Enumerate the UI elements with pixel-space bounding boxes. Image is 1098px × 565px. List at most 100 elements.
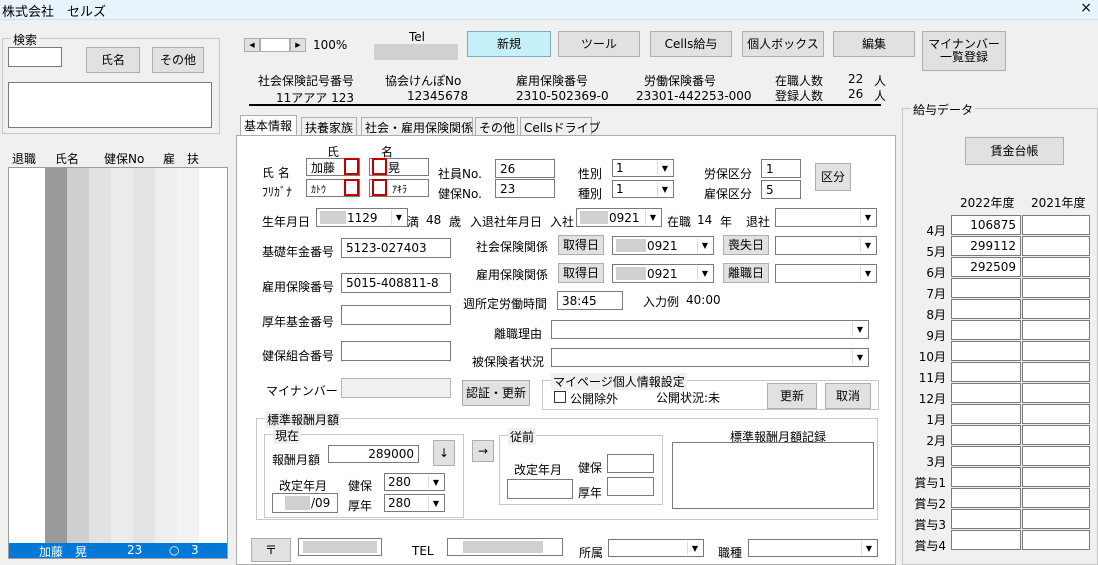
salary-2021-cell[interactable] bbox=[1022, 341, 1090, 361]
salary-2021-cell[interactable] bbox=[1022, 236, 1090, 256]
shubetsu-select[interactable]: 1 ▼ bbox=[612, 180, 674, 198]
koyo-no-input[interactable]: 5015-408811-8 bbox=[341, 273, 451, 293]
kubun-button[interactable]: 区分 bbox=[815, 163, 851, 191]
salary-2022-cell[interactable] bbox=[951, 341, 1021, 361]
kenpo-kumiai-input[interactable] bbox=[341, 341, 451, 361]
salary-2022-cell[interactable] bbox=[951, 509, 1021, 529]
salary-2021-cell[interactable] bbox=[1022, 488, 1090, 508]
koyo-rishoku-select[interactable]: ▼ bbox=[775, 264, 877, 283]
shokushu-label: 職種 bbox=[718, 546, 743, 560]
seibetsu-select[interactable]: 1 ▼ bbox=[612, 159, 674, 177]
salary-2022-cell[interactable] bbox=[951, 299, 1021, 319]
shakai-shutoku-button[interactable]: 取得日 bbox=[558, 235, 604, 255]
ninsho-button[interactable]: 認証・更新 bbox=[462, 380, 530, 406]
salary-2022-cell[interactable] bbox=[951, 362, 1021, 382]
salary-2022-cell[interactable]: 106875 bbox=[951, 215, 1021, 235]
salary-2021-cell[interactable] bbox=[1022, 446, 1090, 466]
zoom-track[interactable] bbox=[260, 38, 290, 52]
salary-2022-cell[interactable] bbox=[951, 404, 1021, 424]
employee-list[interactable]: 加藤 晃 23 ○ 3 bbox=[8, 167, 228, 559]
kokai-jogai-checkbox[interactable] bbox=[554, 391, 566, 403]
search-other-button[interactable]: その他 bbox=[152, 47, 204, 73]
postal-button[interactable]: 〒 bbox=[251, 538, 291, 562]
shozoku-select[interactable]: ▼ bbox=[608, 539, 704, 557]
juzen-kenpo-input[interactable] bbox=[607, 454, 654, 473]
close-icon[interactable]: × bbox=[1080, 0, 1092, 16]
rishoku-riyu-select[interactable]: ▼ bbox=[551, 320, 869, 339]
salary-2021-cell[interactable] bbox=[1022, 215, 1090, 235]
salary-2021-cell[interactable] bbox=[1022, 278, 1090, 298]
salary-2022-cell[interactable] bbox=[951, 383, 1021, 403]
salary-2021-cell[interactable] bbox=[1022, 530, 1090, 550]
salary-2021-cell[interactable] bbox=[1022, 299, 1090, 319]
nyusha-value: 0921 bbox=[609, 210, 640, 225]
hihoken-select[interactable]: ▼ bbox=[551, 348, 869, 367]
tool-button[interactable]: ツール bbox=[558, 31, 640, 57]
genzai-kenpo-select[interactable]: 280 ▼ bbox=[384, 473, 445, 491]
juzen-kaitei-input[interactable] bbox=[507, 479, 573, 499]
salary-2022-cell[interactable] bbox=[951, 488, 1021, 508]
salary-2021-cell[interactable] bbox=[1022, 257, 1090, 277]
search-input[interactable] bbox=[8, 47, 62, 67]
tab-insurance[interactable]: 社会・雇用保険関係 bbox=[361, 117, 473, 135]
search-name-button[interactable]: 氏名 bbox=[86, 47, 140, 73]
salary-2021-cell[interactable] bbox=[1022, 425, 1090, 445]
tab-cells-drive[interactable]: Cellsドライブ bbox=[520, 117, 601, 135]
kiroku-box[interactable] bbox=[672, 442, 874, 509]
koshin-button[interactable]: 更新 bbox=[767, 383, 817, 409]
genzai-kosei-select[interactable]: 280 ▼ bbox=[384, 494, 445, 512]
salary-2021-cell[interactable] bbox=[1022, 320, 1090, 340]
koyo-label: 雇用保険番号 bbox=[516, 74, 589, 88]
kosei-input[interactable] bbox=[341, 305, 451, 325]
koyo-kubun-input[interactable]: 5 bbox=[761, 180, 801, 199]
shain-input[interactable]: 26 bbox=[495, 159, 555, 178]
personal-box-button[interactable]: 個人ボックス bbox=[742, 31, 824, 57]
ledger-button[interactable]: 賃金台帳 bbox=[965, 137, 1064, 165]
salary-2022-cell[interactable]: 299112 bbox=[951, 236, 1021, 256]
tab-other[interactable]: その他 bbox=[475, 117, 518, 135]
salary-2021-cell[interactable] bbox=[1022, 467, 1090, 487]
scroll-right-icon[interactable]: ▶ bbox=[290, 38, 306, 52]
shokushu-select[interactable]: ▼ bbox=[748, 539, 878, 557]
salary-2021-cell[interactable] bbox=[1022, 383, 1090, 403]
list-item-selected[interactable]: 加藤 晃 23 ○ 3 bbox=[9, 543, 227, 558]
shakai-soshitsu-button[interactable]: 喪失日 bbox=[723, 235, 769, 255]
salary-2022-cell[interactable] bbox=[951, 320, 1021, 340]
scroll-left-icon[interactable]: ◀ bbox=[244, 38, 260, 52]
shutei-input[interactable]: 38:45 bbox=[557, 291, 623, 310]
edit-button[interactable]: 編集 bbox=[833, 31, 915, 57]
koyo-shutoku-button[interactable]: 取得日 bbox=[558, 263, 604, 283]
salary-2021-cell[interactable] bbox=[1022, 404, 1090, 424]
age-value: 48 bbox=[426, 213, 442, 227]
kiso-input[interactable]: 5123-027403 bbox=[341, 238, 451, 258]
taisha-select[interactable]: ▼ bbox=[775, 208, 877, 227]
salary-2021-cell[interactable] bbox=[1022, 362, 1090, 382]
salary-2022-cell[interactable] bbox=[951, 425, 1021, 445]
salary-2022-cell[interactable] bbox=[951, 467, 1021, 487]
rouho-input[interactable]: 1 bbox=[761, 159, 801, 178]
salary-2022-cell[interactable]: 292509 bbox=[951, 257, 1021, 277]
mynumber-input[interactable] bbox=[341, 378, 451, 398]
kenpo-input[interactable]: 23 bbox=[495, 179, 555, 198]
salary-2022-cell[interactable] bbox=[951, 446, 1021, 466]
new-button[interactable]: 新規 bbox=[467, 31, 551, 57]
kokai-jogai-label: 公開除外 bbox=[570, 392, 619, 406]
koyo-rishoku-button[interactable]: 離職日 bbox=[723, 263, 769, 283]
koyo-no-label: 雇用保険番号 bbox=[262, 280, 335, 294]
hoshu-input[interactable]: 289000 bbox=[328, 445, 419, 463]
highlight-box bbox=[372, 158, 387, 175]
arrow-down-icon[interactable]: ↓ bbox=[433, 440, 455, 466]
search-result-box[interactable] bbox=[8, 82, 212, 128]
salary-2022-cell[interactable] bbox=[951, 278, 1021, 298]
torikeshi-button[interactable]: 取消 bbox=[825, 383, 871, 409]
tab-dependents[interactable]: 扶養家族 bbox=[301, 117, 357, 135]
salary-2022-cell[interactable] bbox=[951, 530, 1021, 550]
cells-pay-button[interactable]: Cells給与 bbox=[650, 31, 732, 57]
tab-basic-info[interactable]: 基本情報 bbox=[240, 115, 297, 136]
chevron-down-icon: ▼ bbox=[860, 210, 875, 225]
my-number-list-button[interactable]: マイナンバー 一覧登録 bbox=[922, 31, 1006, 71]
salary-2021-cell[interactable] bbox=[1022, 509, 1090, 529]
arrow-right-icon[interactable]: → bbox=[472, 440, 494, 462]
shakai-soshitsu-select[interactable]: ▼ bbox=[775, 236, 877, 255]
juzen-kosei-input[interactable] bbox=[607, 477, 654, 496]
